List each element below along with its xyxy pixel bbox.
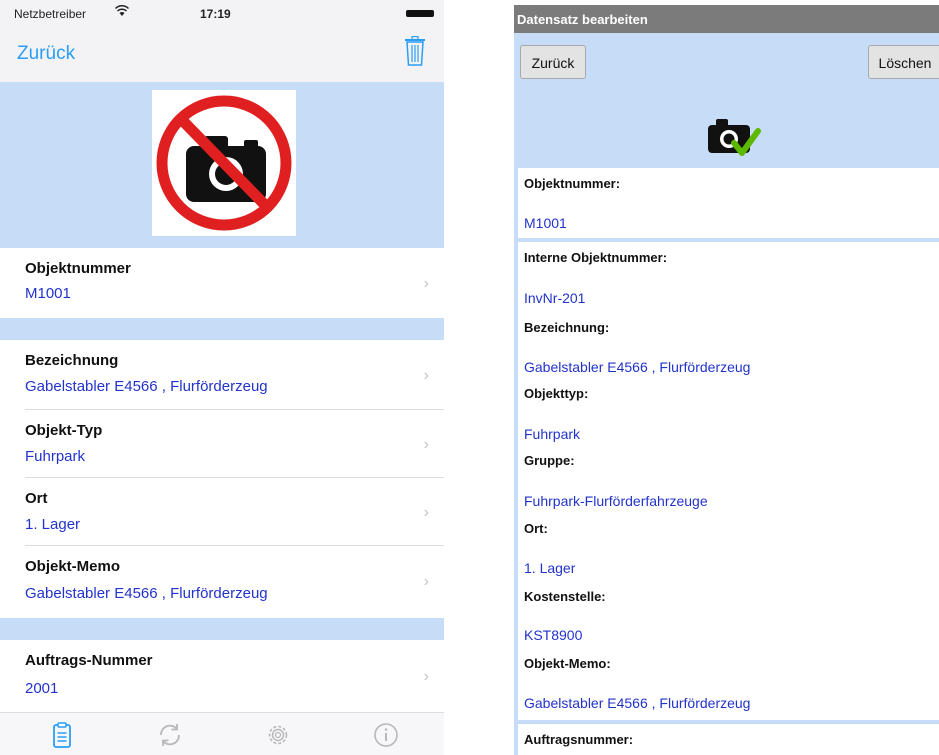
field-label: Gruppe: bbox=[524, 453, 575, 468]
chevron-right-icon: › bbox=[423, 367, 429, 384]
back-button[interactable]: Zurück bbox=[520, 45, 586, 79]
photo-header bbox=[0, 82, 444, 248]
ios-row-objekt-typ[interactable]: Objekt-Typ Fuhrpark › bbox=[0, 410, 444, 478]
row-value: 2001 bbox=[25, 680, 59, 697]
row-value: Fuhrpark bbox=[25, 448, 86, 465]
section-gap bbox=[0, 318, 444, 340]
ios-row-ort[interactable]: Ort 1. Lager › bbox=[0, 478, 444, 546]
field-objektnummer[interactable]: Objektnummer: M1001 bbox=[518, 168, 939, 238]
battery-icon bbox=[406, 10, 434, 17]
chevron-right-icon: › bbox=[423, 275, 429, 292]
field-label: Objekttyp: bbox=[524, 386, 589, 401]
field-value: M1001 bbox=[524, 215, 567, 231]
field-value: Gabelstabler E4566 , Flurförderzeug bbox=[524, 695, 751, 711]
row-value: 1. Lager bbox=[25, 516, 81, 533]
field-gruppe[interactable]: Gruppe: Fuhrpark-Flurförderfahrzeuge bbox=[518, 445, 939, 513]
field-value: Fuhrpark bbox=[524, 426, 581, 442]
row-label: Objekt-Memo bbox=[25, 558, 121, 575]
field-label: Interne Objektnummer: bbox=[524, 250, 668, 265]
back-button[interactable]: Zurück bbox=[17, 43, 75, 65]
ios-row-objekt-memo[interactable]: Objekt-Memo Gabelstabler E4566 , Flurför… bbox=[0, 546, 444, 618]
row-label: Bezeichnung bbox=[25, 352, 119, 369]
sync-icon[interactable] bbox=[156, 721, 184, 749]
chevron-right-icon: › bbox=[423, 436, 429, 453]
delete-button[interactable]: Löschen bbox=[868, 45, 939, 79]
field-label: Objektnummer: bbox=[524, 176, 621, 191]
window-title: Datensatz bearbeiten bbox=[514, 5, 939, 33]
field-label: Objekt-Memo: bbox=[524, 656, 611, 671]
chevron-right-icon: › bbox=[423, 504, 429, 521]
android-screen: Datensatz bearbeiten Zurück Löschen Obje… bbox=[514, 5, 939, 755]
carrier-label: Netzbetreiber bbox=[14, 7, 87, 21]
row-label: Ort bbox=[25, 490, 48, 507]
trash-icon[interactable] bbox=[404, 35, 426, 66]
row-value: Gabelstabler E4566 , Flurförderzeug bbox=[25, 585, 268, 602]
field-label: Auftragsnummer: bbox=[524, 732, 634, 747]
ios-nav-bar: Zurück bbox=[0, 26, 444, 82]
row-value: Gabelstabler E4566 , Flurförderzeug bbox=[25, 378, 268, 395]
section-gap bbox=[0, 618, 444, 640]
field-label: Bezeichnung: bbox=[524, 320, 610, 335]
chevron-right-icon: › bbox=[423, 668, 429, 685]
field-auftragsnummer[interactable]: Auftragsnummer: bbox=[518, 724, 939, 755]
tab-bar bbox=[0, 712, 444, 755]
ios-row-bezeichnung[interactable]: Bezeichnung Gabelstabler E4566 , Flurför… bbox=[0, 340, 444, 410]
field-bezeichnung[interactable]: Bezeichnung: Gabelstabler E4566 , Flurfö… bbox=[518, 312, 939, 378]
row-label: Objektnummer bbox=[25, 260, 131, 277]
camera-check-icon[interactable] bbox=[706, 113, 762, 161]
field-objekttyp[interactable]: Objekttyp: Fuhrpark bbox=[518, 378, 939, 445]
field-value: 1. Lager bbox=[524, 560, 576, 576]
field-label: Ort: bbox=[524, 521, 548, 536]
field-objekt-memo[interactable]: Objekt-Memo: Gabelstabler E4566 , Flurfö… bbox=[518, 648, 939, 720]
ios-screen: Netzbetreiber 17:19 Zurück Objektnummer … bbox=[0, 0, 444, 755]
ios-row-auftrags-nummer[interactable]: Auftrags-Nummer 2001 › bbox=[0, 640, 444, 712]
clipboard-icon[interactable] bbox=[48, 721, 76, 749]
field-interne-objektnummer[interactable]: Interne Objektnummer: InvNr-201 bbox=[518, 242, 939, 312]
no-camera-icon[interactable] bbox=[152, 90, 296, 236]
wifi-icon bbox=[114, 4, 130, 20]
settings-icon[interactable] bbox=[264, 721, 292, 749]
field-value: InvNr-201 bbox=[524, 290, 586, 306]
row-label: Auftrags-Nummer bbox=[25, 652, 153, 669]
field-value: Gabelstabler E4566 , Flurförderzeug bbox=[524, 359, 751, 375]
field-ort[interactable]: Ort: 1. Lager bbox=[518, 513, 939, 581]
chevron-right-icon: › bbox=[423, 573, 429, 590]
field-value: KST8900 bbox=[524, 627, 583, 643]
field-kostenstelle[interactable]: Kostenstelle: KST8900 bbox=[518, 581, 939, 648]
field-label: Kostenstelle: bbox=[524, 589, 606, 604]
status-time: 17:19 bbox=[200, 7, 231, 21]
screenshot-root: Netzbetreiber 17:19 Zurück Objektnummer … bbox=[0, 0, 939, 755]
field-value: Fuhrpark-Flurförderfahrzeuge bbox=[524, 493, 708, 509]
status-bar: Netzbetreiber 17:19 bbox=[0, 0, 444, 26]
info-icon[interactable] bbox=[372, 721, 400, 749]
row-value: M1001 bbox=[25, 285, 71, 302]
ios-row-objektnummer[interactable]: Objektnummer M1001 › bbox=[0, 248, 444, 318]
row-label: Objekt-Typ bbox=[25, 422, 103, 439]
